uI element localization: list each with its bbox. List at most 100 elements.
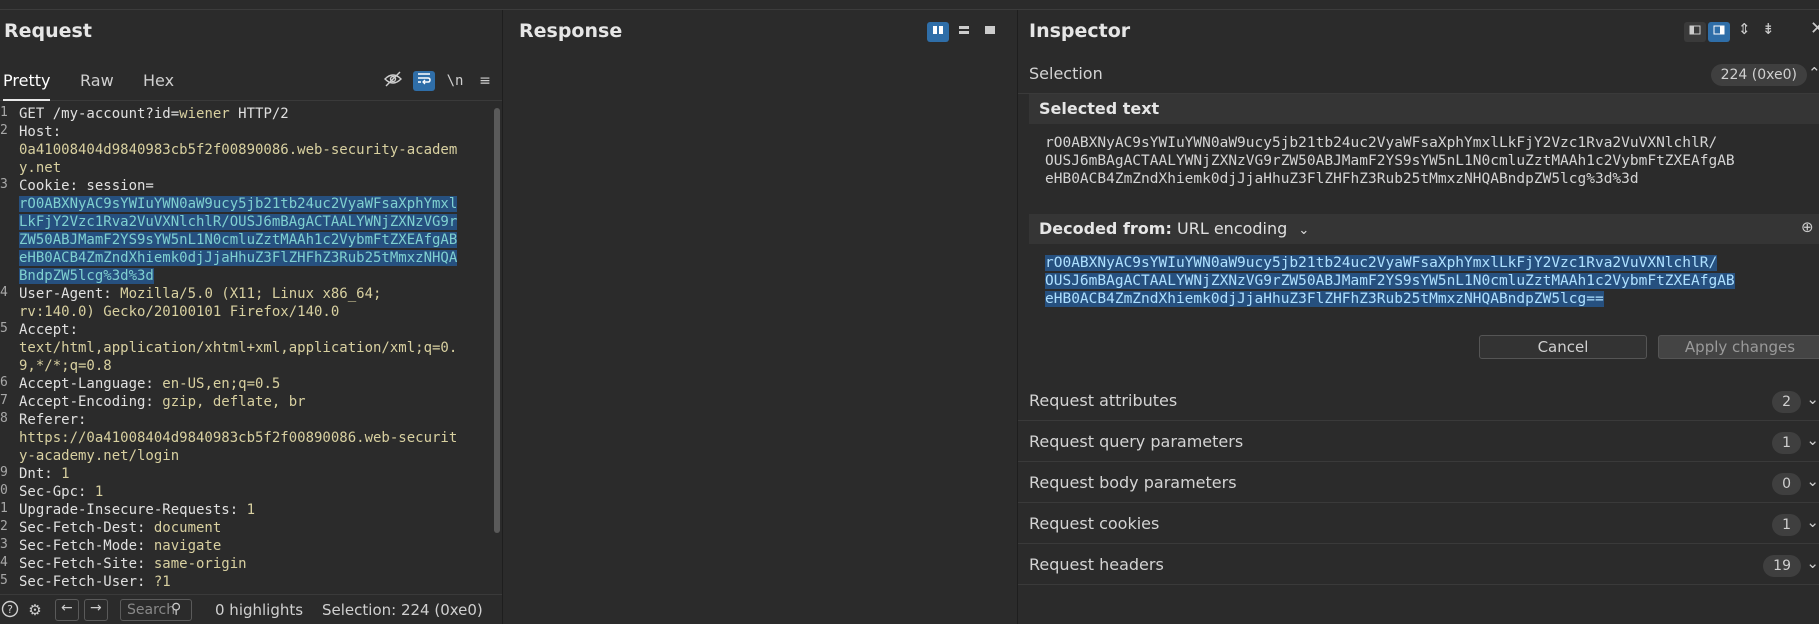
header-name: Sec-Gpc: — [19, 484, 95, 500]
line-number: 7 — [0, 393, 8, 408]
line-number: 5 — [0, 573, 8, 588]
header-value: 1 — [246, 502, 256, 518]
add-decoding-icon[interactable]: ⊕ — [1801, 218, 1814, 236]
gear-icon[interactable]: ⚙ — [25, 600, 45, 620]
search-placeholder: Search — [127, 602, 176, 618]
collapse-all-icon[interactable]: ⇟ — [1762, 20, 1775, 38]
code-line: ZW50ABJMamF2YS9sYW5nL1N0cmluZztMAAh1c2Vy… — [19, 231, 489, 249]
code-line: Host: — [19, 123, 489, 141]
wrap-lines-icon[interactable] — [413, 71, 435, 91]
chevron-up-icon[interactable]: ⌄ — [1808, 63, 1819, 81]
chevron-down-icon[interactable]: ⌄ — [1806, 472, 1819, 490]
header-value: https://0a41008404d9840983cb5f2f00890086… — [19, 430, 458, 446]
line-number: 3 — [0, 177, 8, 192]
forward-button[interactable]: → — [84, 599, 108, 621]
header-value: 1 — [61, 466, 70, 482]
inspector-section-request-query-parameters[interactable]: Request query parameters 1 ⌄ — [1018, 422, 1819, 462]
section-count-badge: 1 — [1772, 432, 1801, 454]
code-line: Dnt: 1 — [19, 465, 489, 483]
selected-cookie-value: LkFjY2Vzc1Rva2VuVXNlchlR/OUSJ6mBAgACTAAL… — [19, 214, 458, 230]
header-name: GET /my-account?id= — [19, 106, 180, 122]
request-tabs: Pretty Raw Hex \n ≡ — [0, 61, 502, 101]
decoding-select[interactable]: URL encoding ⌄ — [1177, 219, 1309, 238]
decoded-text-editor[interactable]: rO0ABXNyAC9sYWIuYWN0aW9ucy5jb21tb24uc2Vy… — [1045, 254, 1819, 308]
section-count-badge: 1 — [1772, 514, 1801, 536]
header-name: Accept-Encoding: — [19, 394, 163, 410]
selection-section-header[interactable]: Selection 224 (0xe0) ⌄ — [1018, 54, 1819, 94]
search-input[interactable]: Search ⚲ — [120, 599, 192, 621]
header-name: Sec-Fetch-Site: — [19, 556, 154, 572]
header-value: wiener — [179, 106, 230, 122]
selected-text-label: Selected text — [1039, 99, 1160, 118]
section-label: Request query parameters — [1029, 432, 1244, 451]
header-name: Accept: — [19, 322, 79, 338]
chevron-down-icon[interactable]: ⌄ — [1806, 431, 1819, 449]
header-name: Sec-Fetch-Mode: — [19, 538, 154, 554]
decoded-text-line: rO0ABXNyAC9sYWIuYWN0aW9ucy5jb21tb24uc2Vy… — [1045, 255, 1718, 271]
chevron-down-icon[interactable]: ⌄ — [1806, 390, 1819, 408]
apply-changes-button[interactable]: Apply changes — [1658, 335, 1819, 359]
section-count-badge: 2 — [1772, 391, 1801, 413]
code-line: text/html,application/xhtml+xml,applicat… — [19, 339, 489, 357]
header-name: Accept-Language: — [19, 376, 163, 392]
code-line: y.net — [19, 159, 489, 177]
code-line: rv:140.0) Gecko/20100101 Firefox/140.0 — [19, 303, 489, 321]
code-line: 0a41008404d9840983cb5f2f00890086.web-sec… — [19, 141, 489, 159]
inspector-layout-right-icon[interactable] — [1708, 22, 1730, 42]
selected-cookie-value: BndpZW5lcg%3d%3d — [19, 268, 154, 284]
code-line: y-academy.net/login — [19, 447, 489, 465]
expand-all-icon[interactable]: ⇕ — [1738, 20, 1751, 38]
request-title: Request — [4, 20, 92, 42]
search-icon: ⚲ — [171, 601, 182, 617]
line-number: 1 — [0, 105, 8, 120]
header-name: HTTP/2 — [229, 106, 289, 122]
inspector-section-request-cookies[interactable]: Request cookies 1 ⌄ — [1018, 504, 1819, 544]
header-name: Upgrade-Insecure-Requests: — [19, 502, 247, 518]
selected-cookie-value: rO0ABXNyAC9sYWIuYWN0aW9ucy5jb21tb24uc2Vy… — [19, 196, 458, 212]
hide-nonprinting-icon[interactable] — [382, 71, 404, 91]
show-newlines-icon[interactable]: \n — [444, 71, 466, 91]
inspector-section-request-attributes[interactable]: Request attributes 2 ⌄ — [1018, 381, 1819, 421]
chevron-down-icon[interactable]: ⌄ — [1806, 513, 1819, 531]
inspector-section-request-body-parameters[interactable]: Request body parameters 0 ⌄ — [1018, 463, 1819, 503]
cancel-button[interactable]: Cancel — [1479, 335, 1647, 359]
code-line: rO0ABXNyAC9sYWIuYWN0aW9ucy5jb21tb24uc2Vy… — [19, 195, 489, 213]
menu-icon[interactable]: ≡ — [474, 71, 496, 91]
code-line: Sec-Fetch-Site: same-origin — [19, 555, 489, 573]
header-name: Host: — [19, 124, 62, 140]
inspector-layout-left-icon[interactable] — [1684, 22, 1706, 42]
selected-text-value[interactable]: rO0ABXNyAC9sYWIuYWN0aW9ucy5jb21tb24uc2Vy… — [1045, 134, 1819, 188]
code-line: https://0a41008404d9840983cb5f2f00890086… — [19, 429, 489, 447]
decoded-text-line: OUSJ6mBAgACTAALYWNjZXNzVG9rZW50ABJMamF2Y… — [1045, 273, 1735, 289]
svg-text:?: ? — [7, 603, 13, 616]
header-value: en-US,en;q=0.5 — [162, 376, 281, 392]
inspector-section-request-headers[interactable]: Request headers 19 ⌄ — [1018, 545, 1819, 585]
header-name: Cookie: session= — [19, 178, 154, 194]
help-icon[interactable]: ? — [0, 600, 20, 620]
tab-raw[interactable]: Raw — [80, 61, 114, 101]
request-scrollbar[interactable] — [494, 108, 500, 533]
section-label: Request cookies — [1029, 514, 1160, 533]
code-line: User-Agent: Mozilla/5.0 (X11; Linux x86_… — [19, 285, 489, 303]
selection-count-badge: 224 (0xe0) — [1710, 64, 1807, 86]
header-name: Dnt: — [19, 466, 62, 482]
close-icon[interactable]: ✕ — [1810, 18, 1819, 39]
code-line: BndpZW5lcg%3d%3d — [19, 267, 489, 285]
header-value: navigate — [153, 538, 222, 554]
header-value: same-origin — [153, 556, 247, 572]
request-statusbar: ? ⚙ ← → Search ⚲ 0 highlights Selection:… — [0, 594, 502, 624]
tab-pretty[interactable]: Pretty — [3, 61, 51, 101]
chevron-down-icon[interactable]: ⌄ — [1806, 554, 1819, 572]
tab-hex[interactable]: Hex — [143, 61, 174, 101]
selected-cookie-value: eHB0ACB4ZmZndXhiemk0djJjaHhuZ3FlZHFhZ3Ru… — [19, 250, 458, 266]
highlights-count: 0 highlights — [215, 601, 304, 619]
request-editor[interactable]: 1 GET /my-account?id=wiener HTTP/2 2 Host: 0… — [0, 105, 495, 595]
decoded-from-header: Decoded from: URL encoding ⌄ ⊕ — [1029, 214, 1819, 244]
back-button[interactable]: ← — [55, 599, 79, 621]
layout-side-by-side-icon[interactable] — [927, 22, 949, 42]
header-value: document — [153, 520, 222, 536]
line-number: 9 — [0, 465, 8, 480]
code-line: Sec-Fetch-Dest: document — [19, 519, 489, 537]
layout-stacked-icon[interactable] — [953, 22, 975, 42]
layout-single-icon[interactable] — [979, 22, 1001, 42]
